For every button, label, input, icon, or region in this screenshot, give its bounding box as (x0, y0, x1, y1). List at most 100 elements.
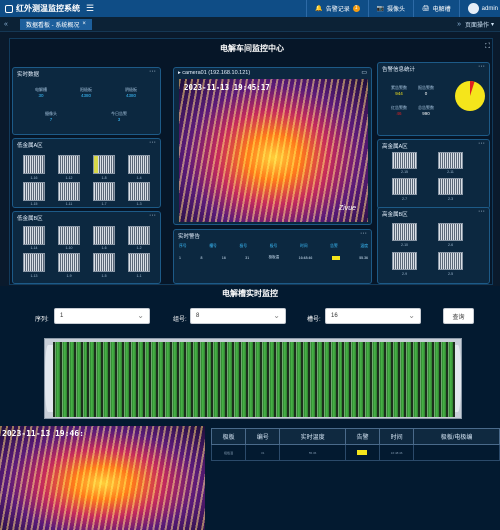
electrode-plate[interactable] (440, 342, 446, 417)
more-icon[interactable]: ··· (478, 63, 485, 70)
electrode-plate[interactable] (61, 342, 67, 417)
close-icon[interactable]: × (82, 21, 86, 27)
tank-cell[interactable] (23, 253, 45, 272)
electrode-plate[interactable] (213, 342, 219, 417)
electrode-plate[interactable] (165, 342, 171, 417)
electrode-plate[interactable] (433, 342, 439, 417)
electrode-plate[interactable] (254, 342, 260, 417)
electrode-plate[interactable] (385, 342, 391, 417)
alarm-table-row[interactable]: 1 8 16 31 极板温 16:48:46 55.36 (179, 255, 368, 260)
electrode-plate[interactable] (309, 342, 315, 417)
electrode-plate[interactable] (399, 342, 405, 417)
electrode-plate[interactable] (137, 342, 143, 417)
electrode-plate[interactable] (151, 342, 157, 417)
tank-cell[interactable] (23, 226, 45, 245)
tank-cell[interactable] (438, 178, 463, 195)
tab-dashboard[interactable]: 数据看板 - 系统概况 × (20, 18, 92, 30)
electrode-plate[interactable] (130, 342, 136, 417)
electrode-plate[interactable] (158, 342, 164, 417)
tank-cell[interactable] (58, 182, 80, 201)
query-button[interactable]: 查询 (443, 308, 474, 324)
tank-cell[interactable] (438, 223, 463, 241)
electrode-plate[interactable] (275, 342, 281, 417)
tank-cell[interactable] (58, 226, 80, 245)
electrode-plate[interactable] (420, 342, 426, 417)
electrode-plate[interactable] (75, 342, 81, 417)
tank-no-select[interactable]: 8 ⌄ (190, 308, 286, 324)
camera-button[interactable]: 📷 摄像头 (367, 0, 414, 17)
tank-cell[interactable] (58, 253, 80, 272)
seq-select[interactable]: 1 ⌄ (54, 308, 150, 324)
fullscreen-icon[interactable]: ⛶ (485, 43, 490, 51)
more-icon[interactable]: ··· (149, 139, 156, 146)
tank-cell[interactable] (392, 178, 417, 195)
electrode-plate[interactable] (110, 342, 116, 417)
bottom-thermal-image[interactable]: 2023-11-13 19:46: (0, 426, 205, 530)
electrode-plate[interactable] (68, 342, 74, 417)
electrode-plate[interactable] (82, 342, 88, 417)
tank-cell[interactable] (93, 182, 115, 201)
electrode-plate[interactable] (234, 342, 240, 417)
electrode-plate[interactable] (392, 342, 398, 417)
electrode-plate[interactable] (337, 342, 343, 417)
thermal-image[interactable]: 2023-11-13 19:45:17 Zivue (179, 79, 368, 222)
tank-cell[interactable] (392, 252, 417, 270)
electrode-plate[interactable] (123, 342, 129, 417)
more-icon[interactable]: ··· (478, 208, 485, 215)
tank-cell[interactable] (128, 155, 150, 174)
tank-button[interactable]: 🖨 电解槽 (413, 0, 459, 17)
electrode-plate[interactable] (199, 342, 205, 417)
tank-cell[interactable] (392, 223, 417, 241)
electrode-plate[interactable] (172, 342, 178, 417)
tab-scroll-left-icon[interactable]: « (0, 21, 12, 28)
electrode-plate[interactable] (323, 342, 329, 417)
electrode-plate[interactable] (351, 342, 357, 417)
tank-cell[interactable] (128, 182, 150, 201)
electrode-plate[interactable] (330, 342, 336, 417)
video-icon[interactable]: ▭ (361, 69, 367, 76)
electrode-plate[interactable] (413, 342, 419, 417)
electrode-plate[interactable] (192, 342, 198, 417)
tank-cell[interactable] (23, 182, 45, 201)
electrode-plate[interactable] (103, 342, 109, 417)
tank-cell[interactable] (128, 253, 150, 272)
electrode-plate[interactable] (227, 342, 233, 417)
page-ops-menu[interactable]: 页面操作 (465, 20, 491, 29)
electrode-plate[interactable] (220, 342, 226, 417)
electrode-plate[interactable] (303, 342, 308, 417)
table-row[interactable]: 极板温 31 55.36 16:48:46 (210, 444, 500, 461)
tank-cell[interactable] (438, 252, 463, 270)
electrode-plate[interactable] (206, 342, 212, 417)
electrode-plate[interactable] (378, 342, 384, 417)
tank-cell[interactable] (93, 155, 115, 174)
user-menu[interactable]: admin (458, 0, 500, 17)
more-icon[interactable]: ··· (149, 212, 156, 219)
alarm-record-button[interactable]: 🔔 告警记录 1 (306, 0, 367, 17)
tank-cell[interactable] (23, 155, 45, 174)
electrode-plate[interactable] (247, 342, 253, 417)
tank-cell[interactable] (93, 253, 115, 272)
electrode-plate[interactable] (179, 342, 184, 417)
slot-select[interactable]: 16 ⌄ (325, 308, 421, 324)
more-icon[interactable]: ··· (149, 68, 156, 75)
electrode-plate[interactable] (289, 342, 295, 417)
electrode-plate[interactable] (316, 342, 322, 417)
tank-cell[interactable] (58, 155, 80, 174)
more-icon[interactable]: ··· (478, 140, 485, 147)
electrode-plate[interactable] (427, 342, 432, 417)
electrode-plate[interactable] (371, 342, 377, 417)
electrode-plate[interactable] (282, 342, 288, 417)
electrode-plate[interactable] (365, 342, 370, 417)
electrode-plate[interactable] (89, 342, 95, 417)
electrode-plate[interactable] (447, 342, 453, 417)
electrode-plate[interactable] (241, 342, 246, 417)
tank-cell[interactable] (93, 226, 115, 245)
tank-cell[interactable] (438, 152, 463, 169)
electrode-plate[interactable] (358, 342, 364, 417)
hamburger-icon[interactable]: ☰ (86, 3, 94, 14)
electrode-plate[interactable] (268, 342, 274, 417)
electrode-plate[interactable] (261, 342, 267, 417)
electrode-plate[interactable] (55, 342, 60, 417)
electrode-plate[interactable] (344, 342, 350, 417)
electrode-plate[interactable] (144, 342, 150, 417)
